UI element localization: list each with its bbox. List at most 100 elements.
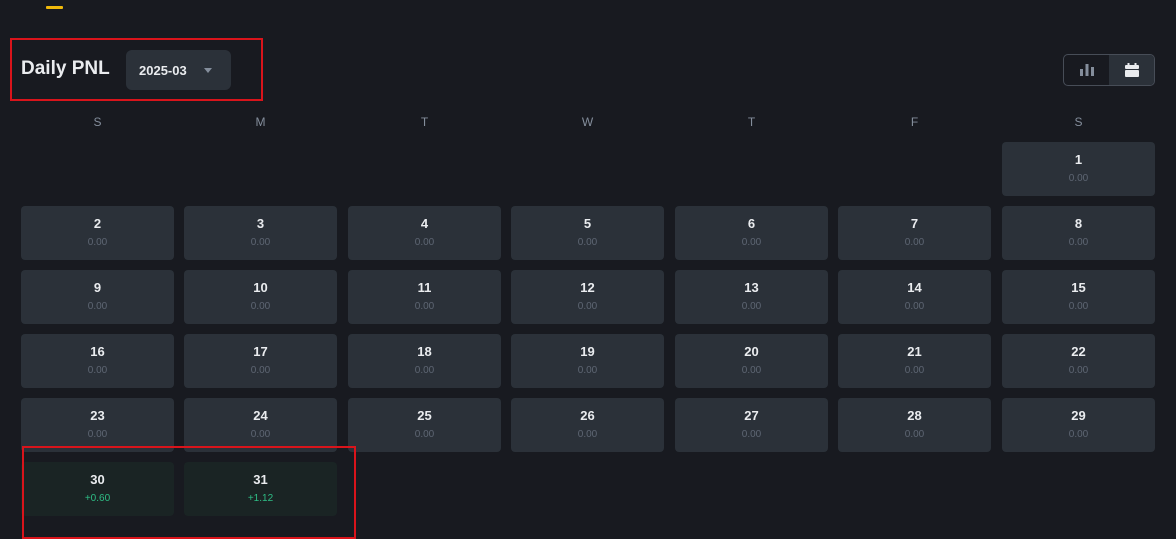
calendar-day-cell[interactable]: 22 0.00	[1002, 334, 1155, 388]
day-number: 23	[90, 408, 105, 423]
calendar-day-cell[interactable]: 13 0.00	[675, 270, 828, 324]
day-number: 1	[1074, 152, 1083, 167]
day-pnl-value: 0.00	[904, 301, 925, 312]
weekday-label: W	[581, 115, 594, 129]
day-number: 2	[93, 216, 102, 231]
calendar-day-cell[interactable]: 23 0.00	[21, 398, 174, 452]
calendar-day-cell[interactable]: 8 0.00	[1002, 206, 1155, 260]
day-number: 3	[256, 216, 265, 231]
day-number: 13	[744, 280, 759, 295]
day-pnl-value: +1.12	[247, 493, 274, 504]
calendar-day-cell[interactable]: 16 0.00	[21, 334, 174, 388]
day-number: 27	[744, 408, 759, 423]
day-pnl-value: 0.00	[904, 365, 925, 376]
weekday-label: T	[420, 115, 429, 129]
calendar-day-cell[interactable]: 4 0.00	[348, 206, 501, 260]
view-toggle	[1063, 54, 1155, 86]
calendar-day-cell[interactable]: 30 +0.60	[21, 462, 174, 516]
day-pnl-value: 0.00	[904, 237, 925, 248]
calendar-day-cell[interactable]: 7 0.00	[838, 206, 991, 260]
day-number: 4	[420, 216, 429, 231]
day-number: 14	[907, 280, 922, 295]
calendar-day-cell[interactable]: 24 0.00	[184, 398, 337, 452]
calendar-day-cell[interactable]: 9 0.00	[21, 270, 174, 324]
calendar-day-cell[interactable]: 19 0.00	[511, 334, 664, 388]
day-number: 28	[907, 408, 922, 423]
day-pnl-value: 0.00	[87, 237, 108, 248]
calendar-day-cell[interactable]: 17 0.00	[184, 334, 337, 388]
calendar-day-cell[interactable]: 21 0.00	[838, 334, 991, 388]
day-pnl-value: 0.00	[1068, 429, 1089, 440]
day-number: 7	[910, 216, 919, 231]
calendar-view-button[interactable]	[1109, 55, 1154, 85]
calendar-day-cell[interactable]: 1 0.00	[1002, 142, 1155, 196]
day-pnl-value: 0.00	[414, 429, 435, 440]
weekday-label: F	[910, 115, 919, 129]
month-select[interactable]: 2025-03	[126, 50, 231, 90]
day-pnl-value: 0.00	[250, 429, 271, 440]
calendar-day-cell[interactable]: 18 0.00	[348, 334, 501, 388]
day-pnl-value: 0.00	[741, 237, 762, 248]
calendar-day-cell[interactable]: 3 0.00	[184, 206, 337, 260]
calendar-day-cell[interactable]: 12 0.00	[511, 270, 664, 324]
bar-chart-icon	[1079, 64, 1094, 76]
day-number: 5	[583, 216, 592, 231]
day-pnl-value: 0.00	[250, 237, 271, 248]
day-number: 26	[580, 408, 595, 423]
calendar-day-cell[interactable]: 20 0.00	[675, 334, 828, 388]
calendar-day-cell[interactable]: 27 0.00	[675, 398, 828, 452]
day-pnl-value: 0.00	[414, 237, 435, 248]
calendar-icon	[1124, 62, 1139, 77]
day-pnl-value: 0.00	[414, 365, 435, 376]
calendar-day-cell[interactable]: 28 0.00	[838, 398, 991, 452]
day-pnl-value: 0.00	[1068, 301, 1089, 312]
calendar-day-cell[interactable]: 5 0.00	[511, 206, 664, 260]
day-number: 15	[1071, 280, 1086, 295]
page-title: Daily PNL	[21, 58, 110, 79]
day-pnl-value: 0.00	[1068, 237, 1089, 248]
calendar-day-cell[interactable]: 26 0.00	[511, 398, 664, 452]
day-pnl-value: 0.00	[250, 301, 271, 312]
day-number: 9	[93, 280, 102, 295]
calendar-day-cell[interactable]: 25 0.00	[348, 398, 501, 452]
day-number: 10	[253, 280, 268, 295]
calendar-day-cell[interactable]: 15 0.00	[1002, 270, 1155, 324]
day-number: 6	[747, 216, 756, 231]
weekday-label: S	[93, 115, 102, 129]
day-number: 20	[744, 344, 759, 359]
day-number: 29	[1071, 408, 1086, 423]
day-number: 12	[580, 280, 595, 295]
calendar-day-cell[interactable]: 6 0.00	[675, 206, 828, 260]
calendar-day-cell[interactable]: 31 +1.12	[184, 462, 337, 516]
day-pnl-value: 0.00	[1068, 173, 1089, 184]
day-number: 18	[417, 344, 432, 359]
calendar-day-cell[interactable]: 10 0.00	[184, 270, 337, 324]
bar-chart-view-button[interactable]	[1064, 55, 1109, 85]
day-number: 16	[90, 344, 105, 359]
weekday-label: T	[747, 115, 756, 129]
day-pnl-value: 0.00	[904, 429, 925, 440]
day-pnl-value: 0.00	[250, 365, 271, 376]
day-pnl-value: 0.00	[87, 301, 108, 312]
active-tab-indicator	[46, 6, 63, 9]
day-number: 8	[1074, 216, 1083, 231]
weekday-label: M	[255, 115, 266, 129]
calendar-day-cell[interactable]: 11 0.00	[348, 270, 501, 324]
day-number: 25	[417, 408, 432, 423]
month-select-value: 2025-03	[139, 62, 187, 78]
day-number: 17	[253, 344, 268, 359]
weekday-label: S	[1074, 115, 1083, 129]
calendar-day-cell[interactable]: 14 0.00	[838, 270, 991, 324]
day-pnl-value: 0.00	[87, 365, 108, 376]
daily-pnl-page: Daily PNL 2025-03 SMTWTFS 1 0.00 2 0.00 3 0.0…	[0, 0, 1176, 539]
day-pnl-value: 0.00	[577, 237, 598, 248]
calendar-day-cell[interactable]: 29 0.00	[1002, 398, 1155, 452]
day-number: 22	[1071, 344, 1086, 359]
day-number: 24	[253, 408, 268, 423]
day-pnl-value: 0.00	[741, 429, 762, 440]
day-pnl-value: 0.00	[741, 365, 762, 376]
calendar-day-cell[interactable]: 2 0.00	[21, 206, 174, 260]
day-pnl-value: 0.00	[414, 301, 435, 312]
day-pnl-value: 0.00	[577, 429, 598, 440]
day-pnl-value: +0.60	[84, 493, 111, 504]
